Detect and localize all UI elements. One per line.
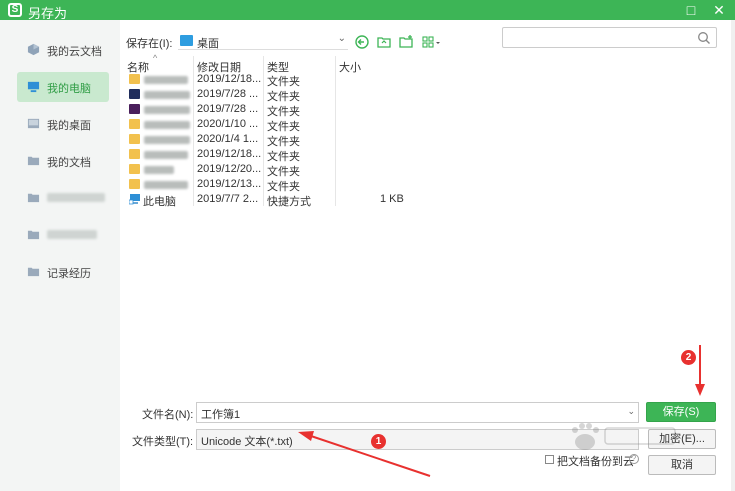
location-value: 桌面 bbox=[197, 38, 219, 50]
sidebar-item-label: 我的文档 bbox=[47, 157, 91, 169]
sidebar-item-my-computer[interactable]: 我的电脑 bbox=[17, 72, 109, 102]
file-size: 1 KB bbox=[380, 193, 404, 205]
sidebar-item-cloud-docs[interactable]: 我的云文档 bbox=[17, 35, 109, 65]
file-row[interactable]: 2019/12/18... 文件夹 bbox=[126, 72, 426, 88]
window-edge bbox=[731, 20, 735, 491]
file-date: 2019/12/20... bbox=[197, 163, 262, 175]
file-row[interactable]: 2019/12/13... 文件夹 bbox=[126, 177, 426, 193]
file-date: 2019/12/18... bbox=[197, 73, 262, 85]
chevron-down-icon: ⌄ bbox=[337, 33, 346, 44]
file-row[interactable]: 2019/12/18... 文件夹 bbox=[126, 147, 426, 163]
filename-value: 工作簿1 bbox=[201, 409, 241, 421]
annotation-badge-1: 1 bbox=[371, 434, 386, 449]
folder-icon bbox=[27, 267, 40, 277]
sidebar-item-records[interactable]: 记录经历 bbox=[17, 257, 109, 287]
folder-icon bbox=[27, 230, 40, 240]
file-row[interactable]: 此电脑 2019/7/7 2... 快捷方式 1 KB bbox=[126, 192, 426, 208]
folder-icon bbox=[27, 193, 40, 203]
blurred-file-name bbox=[144, 151, 188, 159]
search-icon[interactable] bbox=[697, 31, 711, 45]
folder-icon bbox=[129, 149, 140, 159]
maximize-button[interactable]: □ bbox=[682, 1, 700, 19]
refresh-folder-icon[interactable] bbox=[376, 34, 392, 50]
cancel-button[interactable]: 取消 bbox=[648, 455, 716, 475]
blurred-file-name bbox=[144, 76, 188, 84]
file-row[interactable]: 2020/1/10 ... 文件夹 bbox=[126, 117, 426, 133]
file-row[interactable]: 2019/7/28 ... 文件夹 bbox=[126, 87, 426, 103]
blurred-file-name bbox=[144, 121, 190, 129]
filetype-value: Unicode 文本(*.txt) bbox=[201, 436, 293, 448]
sidebar-item-label: 我的电脑 bbox=[47, 83, 91, 95]
sidebar-item-my-desktop[interactable]: 我的桌面 bbox=[17, 109, 109, 139]
filename-label: 文件名(N): bbox=[142, 409, 194, 421]
blurred-file-name bbox=[144, 181, 188, 189]
sidebar-item-label: 记录经历 bbox=[47, 268, 91, 280]
sidebar-item-label: 我的云文档 bbox=[47, 46, 102, 58]
sort-ascending-icon: ^ bbox=[153, 53, 158, 63]
file-date: 2019/12/13... bbox=[197, 178, 262, 190]
computer-shortcut-icon bbox=[129, 194, 140, 205]
folder-icon bbox=[129, 74, 140, 84]
blurred-file-name bbox=[144, 106, 190, 114]
app-folder-icon bbox=[129, 104, 140, 114]
file-row[interactable]: 2020/1/4 1... 文件夹 bbox=[126, 132, 426, 148]
cloud-docs-icon bbox=[27, 43, 40, 56]
view-mode-icon[interactable] bbox=[421, 34, 443, 50]
folder-icon bbox=[129, 119, 140, 129]
filetype-label: 文件类型(T): bbox=[132, 436, 194, 448]
blurred-label bbox=[47, 230, 97, 239]
annotation-badge-2: 2 bbox=[681, 350, 696, 365]
folder-icon bbox=[129, 164, 140, 174]
title-bar: S 另存为 □ ✕ bbox=[0, 0, 735, 21]
new-folder-icon[interactable] bbox=[398, 34, 414, 50]
app-folder-icon bbox=[129, 89, 140, 99]
file-date: 2019/7/28 ... bbox=[197, 103, 259, 115]
back-icon[interactable] bbox=[354, 34, 370, 50]
file-date: 2020/1/4 1... bbox=[197, 133, 259, 145]
sidebar-item-label: 我的桌面 bbox=[47, 120, 91, 132]
file-date: 2019/7/7 2... bbox=[197, 193, 259, 205]
location-label: 保存在(I): bbox=[126, 38, 173, 50]
location-select[interactable]: 桌面 ⌄ bbox=[178, 32, 348, 50]
sidebar-item-my-documents[interactable]: 我的文档 bbox=[17, 146, 109, 176]
sidebar: 我的云文档 我的电脑 我的桌面 我的文档 记录经历 bbox=[0, 20, 120, 491]
sidebar-item-blurred-folder-1[interactable] bbox=[17, 183, 109, 213]
file-date: 2019/12/18... bbox=[197, 148, 262, 160]
sidebar-item-blurred-folder-2[interactable] bbox=[17, 220, 109, 250]
folder-icon bbox=[129, 179, 140, 189]
close-button[interactable]: ✕ bbox=[710, 1, 728, 19]
computer-icon bbox=[27, 81, 40, 93]
desktop-icon bbox=[27, 118, 40, 129]
blurred-label bbox=[47, 193, 105, 202]
backup-checkbox[interactable] bbox=[545, 455, 554, 464]
file-date: 2020/1/10 ... bbox=[197, 118, 259, 130]
file-date: 2019/7/28 ... bbox=[197, 88, 259, 100]
chevron-down-icon[interactable]: ⌄ bbox=[627, 406, 635, 417]
search-input[interactable] bbox=[502, 27, 717, 48]
folder-icon bbox=[129, 134, 140, 144]
blurred-file-name bbox=[144, 166, 174, 174]
blurred-file-name bbox=[144, 91, 190, 99]
file-name: 此电脑 bbox=[143, 196, 176, 208]
file-row[interactable]: 2019/12/20... 文件夹 bbox=[126, 162, 426, 178]
blurred-file-name bbox=[144, 136, 190, 144]
file-row[interactable]: 2019/7/28 ... 文件夹 bbox=[126, 102, 426, 118]
desktop-icon bbox=[180, 35, 193, 46]
folder-icon bbox=[27, 156, 40, 166]
wps-logo-icon: S bbox=[8, 3, 22, 17]
file-type: 快捷方式 bbox=[267, 196, 311, 208]
baidu-watermark-icon bbox=[572, 423, 676, 450]
